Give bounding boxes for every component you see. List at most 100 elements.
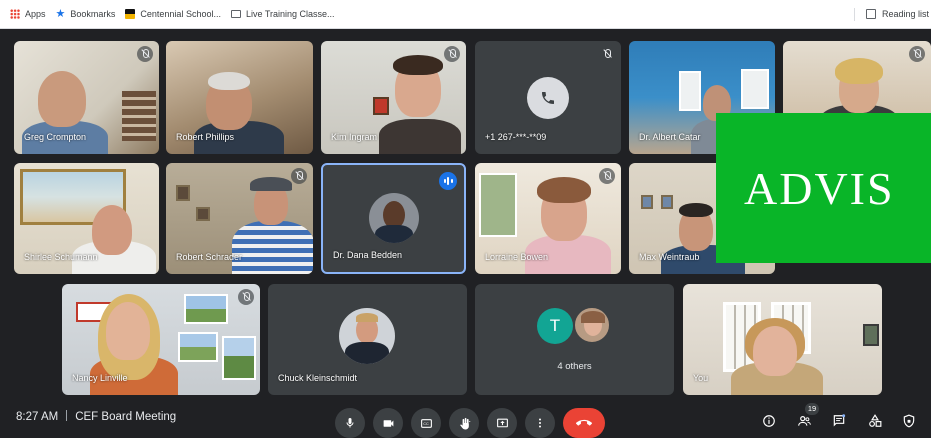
phone-avatar — [527, 77, 569, 119]
muted-mic-icon — [137, 46, 153, 62]
participant-name: Max Weintraub — [639, 252, 700, 262]
wall-photo — [178, 332, 218, 362]
window — [679, 71, 701, 111]
phone-icon — [542, 92, 554, 104]
bookmark-bookmarks[interactable]: ★ Bookmarks — [55, 8, 116, 20]
person-head — [106, 302, 150, 360]
meeting-info: 8:27 AM CEF Board Meeting — [16, 410, 176, 423]
svg-text:CC: CC — [423, 422, 429, 426]
person-head — [38, 71, 86, 127]
person-hair — [537, 177, 591, 203]
bookmark-label: Live Training Classe... — [245, 9, 335, 19]
participant-tile-self[interactable]: You — [683, 284, 882, 395]
present-screen-button[interactable] — [487, 408, 517, 438]
advisory-overlay-banner: ADVIS — [716, 113, 931, 263]
participant-initial-avatar: T — [537, 308, 573, 344]
end-call-icon — [576, 419, 592, 426]
apps-grid-icon — [10, 9, 20, 19]
bookmark-separator — [854, 8, 855, 21]
participant-tile-active-speaker[interactable]: Dr. Dana Bedden — [321, 163, 466, 274]
captions-icon: CC — [420, 418, 432, 428]
person-hair — [679, 203, 713, 217]
participant-name: Chuck Kleinschmidt — [278, 373, 358, 383]
participant-name: Dr. Dana Bedden — [333, 250, 403, 260]
school-favicon-icon — [125, 9, 136, 19]
window — [741, 69, 769, 109]
meeting-title: CEF Board Meeting — [75, 411, 177, 423]
video-grid: Greg Crompton Robert Phillips Kim Ingram… — [0, 30, 931, 402]
divider — [66, 410, 68, 421]
participant-avatar — [573, 306, 611, 344]
muted-mic-icon — [444, 46, 460, 62]
raise-hand-icon — [459, 417, 470, 429]
window — [479, 173, 517, 237]
more-options-button[interactable] — [525, 408, 555, 438]
info-icon — [763, 415, 775, 427]
end-call-button[interactable] — [563, 408, 605, 438]
participant-name: Lorraine Bowen — [485, 252, 549, 262]
more-options-icon — [539, 418, 541, 428]
muted-mic-icon — [599, 46, 615, 62]
activities-button[interactable] — [866, 412, 884, 430]
person-head — [753, 326, 797, 376]
participant-name: +1 267-***-**09 — [485, 132, 547, 142]
muted-mic-icon — [599, 168, 615, 184]
wall-photo — [184, 294, 228, 324]
bookmark-label: Bookmarks — [70, 9, 116, 19]
bookmark-apps[interactable]: Apps — [10, 9, 46, 19]
person-hair — [835, 58, 883, 84]
participant-tile[interactable]: Chuck Kleinschmidt — [268, 284, 467, 395]
participant-name: Nancy Linville — [72, 373, 128, 383]
host-controls-button[interactable] — [900, 412, 918, 430]
people-count-badge: 19 — [805, 403, 819, 415]
participant-tile[interactable]: Greg Crompton — [14, 41, 159, 154]
muted-mic-icon — [909, 46, 925, 62]
star-icon: ★ — [55, 8, 66, 20]
participant-avatar — [368, 193, 419, 243]
page-icon — [230, 10, 241, 18]
participant-tile[interactable]: Robert Phillips — [166, 41, 313, 154]
current-time: 8:27 AM — [16, 411, 59, 423]
wall-frame — [641, 195, 653, 209]
participant-tile-others[interactable]: T 4 others — [475, 284, 674, 395]
camera-button[interactable] — [373, 408, 403, 438]
participant-name: Kim Ingram — [331, 132, 378, 142]
participant-name: Robert Phillips — [176, 132, 235, 142]
bookmark-centennial-school[interactable]: Centennial School... — [125, 9, 221, 19]
present-screen-icon — [496, 418, 508, 427]
muted-mic-icon — [291, 168, 307, 184]
participant-tile[interactable]: Nancy Linville — [62, 284, 260, 395]
person-body — [232, 221, 313, 274]
reading-list-button[interactable]: Reading list — [865, 9, 929, 19]
participant-tile-phone[interactable]: +1 267-***-**09 — [475, 41, 621, 154]
wall-picture — [863, 324, 879, 346]
wall-frame — [176, 185, 190, 201]
host-controls-icon — [903, 414, 915, 428]
participant-name: You — [693, 373, 709, 383]
raise-hand-button[interactable] — [449, 408, 479, 438]
participant-name: Shirlee Schumann — [24, 252, 98, 262]
participant-name: Dr. Albert Catar — [639, 132, 701, 142]
camera-icon — [383, 419, 393, 427]
speaking-indicator-icon — [439, 172, 457, 190]
microphone-button[interactable] — [335, 408, 365, 438]
wall-frame — [196, 207, 210, 221]
chat-icon — [833, 414, 846, 427]
microphone-icon — [346, 418, 354, 428]
chat-button[interactable] — [830, 412, 848, 430]
participant-tile[interactable]: Shirlee Schumann — [14, 163, 159, 274]
bookshelf — [122, 91, 156, 141]
captions-button[interactable]: CC — [411, 408, 441, 438]
people-icon — [797, 416, 811, 426]
participant-tile[interactable]: Robert Schrader — [166, 163, 313, 274]
participant-tile[interactable]: Lorraine Bowen — [475, 163, 621, 274]
participant-tile[interactable]: Kim Ingram — [321, 41, 466, 154]
bookmark-label: Apps — [25, 9, 46, 19]
participant-name: Robert Schrader — [176, 252, 243, 262]
bookmark-live-training[interactable]: Live Training Classe... — [230, 9, 335, 19]
activities-icon — [869, 414, 882, 427]
person-hair — [393, 55, 443, 75]
meeting-details-button[interactable] — [760, 412, 778, 430]
wall-frame — [661, 195, 673, 209]
bookmark-label: Centennial School... — [140, 9, 221, 19]
